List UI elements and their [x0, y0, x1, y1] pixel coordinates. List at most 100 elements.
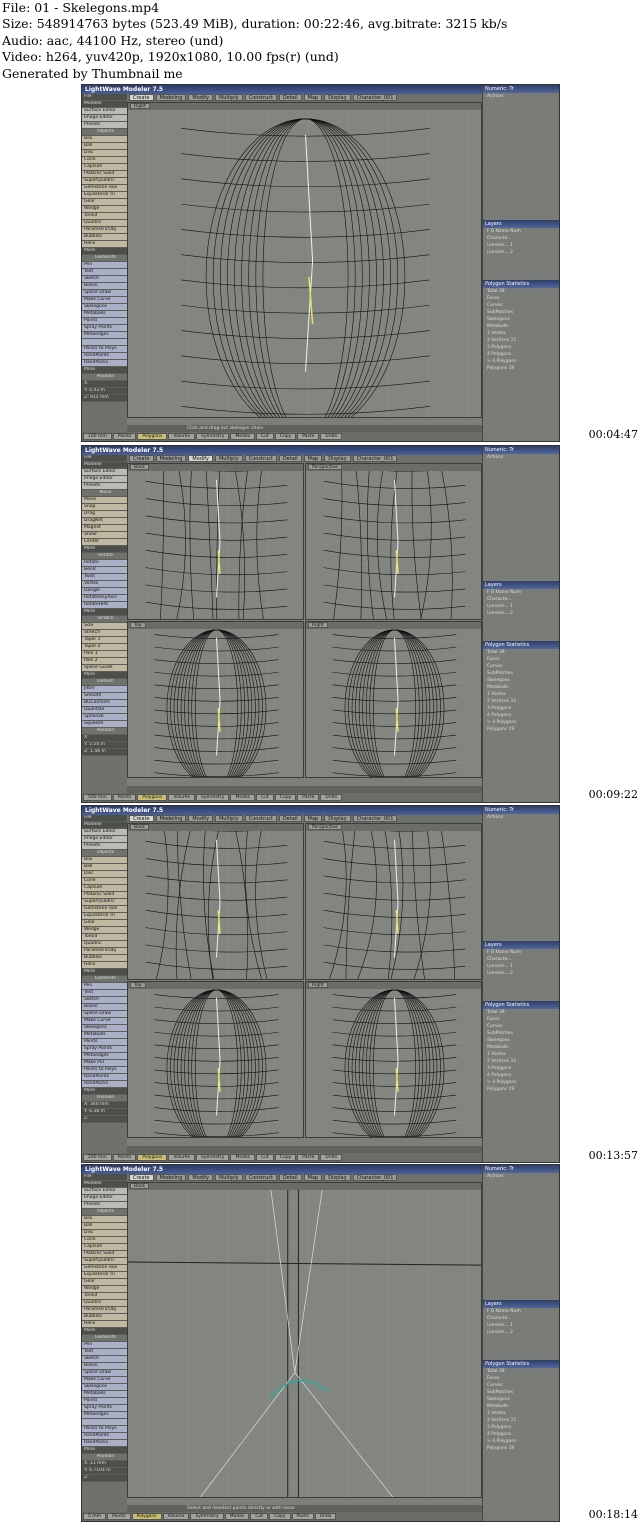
tool-box[interactable]: Box: [82, 857, 127, 864]
bottom-copy-button[interactable]: Copy: [274, 433, 297, 440]
tab-create[interactable]: Create: [129, 815, 154, 822]
layer-row[interactable]: (unnam... 2: [483, 970, 559, 977]
tab-construct[interactable]: Construct: [244, 455, 277, 462]
tool-metaballs[interactable]: Metaballs: [82, 1032, 127, 1039]
bottom-paste-button[interactable]: Paste: [297, 794, 320, 801]
tool-bubbles[interactable]: Bubbles: [82, 955, 127, 962]
tool-cone[interactable]: Cone: [82, 157, 127, 164]
tool-more[interactable]: More: [82, 672, 127, 679]
image-editor-button[interactable]: Image Editor: [82, 476, 127, 483]
tool-helix[interactable]: Helix: [82, 1321, 127, 1328]
bottom-undo-button[interactable]: Undo: [320, 794, 343, 801]
tab-modify[interactable]: Modify: [188, 1174, 213, 1181]
layer-row[interactable]: Characte...: [483, 956, 559, 963]
tool-more[interactable]: More: [82, 1328, 127, 1335]
tool-superquadric[interactable]: SuperQuadric: [82, 899, 127, 906]
polygon-stat-row[interactable]: Polygons 19: [483, 726, 559, 733]
viewport[interactable]: Right: [305, 981, 482, 1138]
polygon-stat-row[interactable]: Curves: [483, 663, 559, 670]
tab-map[interactable]: Map: [303, 455, 323, 462]
numeric-actions[interactable]: Actions: [483, 454, 559, 461]
polygon-stat-row[interactable]: SubPatches: [483, 1030, 559, 1037]
tool-sketch[interactable]: Sketch: [82, 997, 127, 1004]
tool-equilateral-tri[interactable]: Equilateral Tri: [82, 192, 127, 199]
viewport[interactable]: Back: [127, 823, 304, 980]
tool-gemstone-tool[interactable]: Gemstone Tool: [82, 185, 127, 192]
tab-character-001[interactable]: Character_001: [352, 455, 398, 462]
tool-size[interactable]: Size: [82, 623, 127, 630]
tool-spline-draw[interactable]: Spline Draw: [82, 290, 127, 297]
bottom-undo-button[interactable]: Undo: [314, 1513, 337, 1520]
viewport-view-label[interactable]: Top: [130, 982, 146, 988]
polygon-stat-row[interactable]: 2 Vertices 11: [483, 1058, 559, 1065]
tool-points-to-polys[interactable]: Points to Polys: [82, 346, 127, 353]
tool-pen[interactable]: Pen: [82, 983, 127, 990]
tab-modeling[interactable]: Modeling: [155, 94, 187, 101]
tab-detail[interactable]: Detail: [278, 1174, 302, 1181]
polygon-stat-row[interactable]: Polygons 19: [483, 1445, 559, 1452]
tool-pole-1[interactable]: Pole 1: [82, 651, 127, 658]
tool-box[interactable]: Box: [82, 136, 127, 143]
viewport-view-label[interactable]: Right: [308, 622, 328, 628]
viewport[interactable]: Back: [127, 463, 304, 620]
polygon-stat-row[interactable]: Total 39: [483, 649, 559, 656]
tab-multiply[interactable]: Multiply: [214, 1174, 243, 1181]
presets-button[interactable]: Presets: [82, 843, 127, 850]
tool-randpoints[interactable]: RandPoints: [82, 1433, 127, 1440]
tool-bezier[interactable]: Bezier: [82, 1004, 127, 1011]
tool-spline-guide[interactable]: Spline Guide: [82, 665, 127, 672]
polygon-stat-row[interactable]: 2 Vertices 11: [483, 698, 559, 705]
polygon-stat-row[interactable]: 3 Polygons: [483, 1065, 559, 1072]
polygon-stat-row[interactable]: Polygons 19: [483, 1086, 559, 1093]
polygon-stat-row[interactable]: 1 Vertex: [483, 330, 559, 337]
tool-shear[interactable]: Shear: [82, 532, 127, 539]
viewport-view-label[interactable]: Back: [130, 1183, 149, 1189]
modeler-menu[interactable]: Modeler: [82, 822, 127, 829]
tab-multiply[interactable]: Multiply: [214, 815, 243, 822]
viewport-view-label[interactable]: Perspective: [308, 824, 343, 830]
tool-points[interactable]: Points: [82, 318, 127, 325]
bottom-paste-button[interactable]: Paste: [297, 1154, 320, 1161]
polygon-stat-row[interactable]: 1 Vertex: [483, 1051, 559, 1058]
tool-spline-draw[interactable]: Spline Draw: [82, 1370, 127, 1377]
bottom-symmetry-button[interactable]: Symmetry: [196, 433, 230, 440]
tab-multiply[interactable]: Multiply: [214, 455, 243, 462]
tool-helix[interactable]: Helix: [82, 962, 127, 969]
tool-capsule[interactable]: Capsule: [82, 1244, 127, 1251]
bottom-symmetry-button[interactable]: Symmetry: [190, 1513, 224, 1520]
tool-capsule[interactable]: Capsule: [82, 164, 127, 171]
viewport-view-label[interactable]: Perspective: [308, 464, 343, 470]
tab-modify[interactable]: Modify: [188, 455, 213, 462]
tool-bubbles[interactable]: Bubbles: [82, 234, 127, 241]
tool-make-curve[interactable]: Make Curve: [82, 1018, 127, 1025]
tool-more[interactable]: More: [82, 1088, 127, 1095]
polygon-stat-row[interactable]: 3 Polygons: [483, 705, 559, 712]
layer-row[interactable]: (unnam... 2: [483, 249, 559, 256]
polygon-stat-row[interactable]: SubPatches: [483, 309, 559, 316]
tab-modeling[interactable]: Modeling: [155, 815, 187, 822]
tab-create[interactable]: Create: [129, 455, 154, 462]
presets-button[interactable]: Presets: [82, 1202, 127, 1209]
tool-platonic-solid[interactable]: Platonic Solid: [82, 1251, 127, 1258]
surface-editor-button[interactable]: Surface Editor: [82, 108, 127, 115]
tool-pen[interactable]: Pen: [82, 262, 127, 269]
image-editor-button[interactable]: Image Editor: [82, 115, 127, 122]
numeric-actions[interactable]: Actions: [483, 93, 559, 100]
layer-row[interactable]: Characte...: [483, 1315, 559, 1322]
viewport-view-label[interactable]: Right: [308, 982, 328, 988]
tool-gear[interactable]: Gear: [82, 1279, 127, 1286]
tab-character-001[interactable]: Character_001: [352, 815, 398, 822]
tool-dragnet[interactable]: DragNet: [82, 518, 127, 525]
tab-map[interactable]: Map: [303, 1174, 323, 1181]
tab-modify[interactable]: Modify: [188, 815, 213, 822]
bottom-polygons-button[interactable]: Polygons: [137, 1154, 168, 1161]
bottom-volume-button[interactable]: Volume: [168, 433, 196, 440]
polygon-stat-row[interactable]: SubPatches: [483, 1389, 559, 1396]
layer-row[interactable]: (unnam... 1: [483, 242, 559, 249]
bottom-symmetry-button[interactable]: Symmetry: [196, 1154, 230, 1161]
tool-pen[interactable]: Pen: [82, 1342, 127, 1349]
tool-bubbles[interactable]: Bubbles: [82, 1314, 127, 1321]
polygon-stat-row[interactable]: Faces: [483, 1375, 559, 1382]
image-editor-button[interactable]: Image Editor: [82, 1195, 127, 1202]
tool-bezier[interactable]: Bezier: [82, 1363, 127, 1370]
